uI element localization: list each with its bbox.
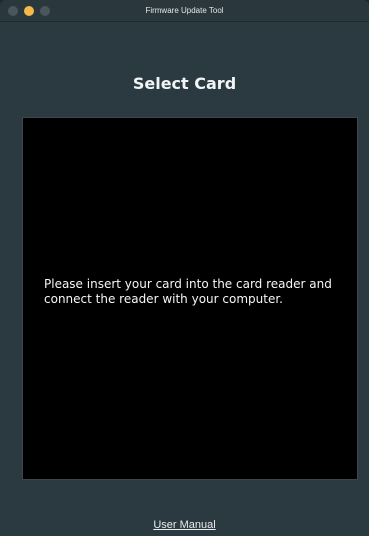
card-status-panel: Please insert your card into the card re… xyxy=(22,117,358,480)
page-title: Select Card xyxy=(132,74,237,93)
window-title: Firmware Update Tool xyxy=(145,6,224,15)
insert-card-instructions: Please insert your card into the card re… xyxy=(44,277,332,306)
title-bar[interactable]: Firmware Update Tool xyxy=(0,0,369,22)
app-window: Firmware Update Tool Select Card Please … xyxy=(0,0,369,536)
user-manual-link[interactable]: User Manual xyxy=(0,519,369,531)
